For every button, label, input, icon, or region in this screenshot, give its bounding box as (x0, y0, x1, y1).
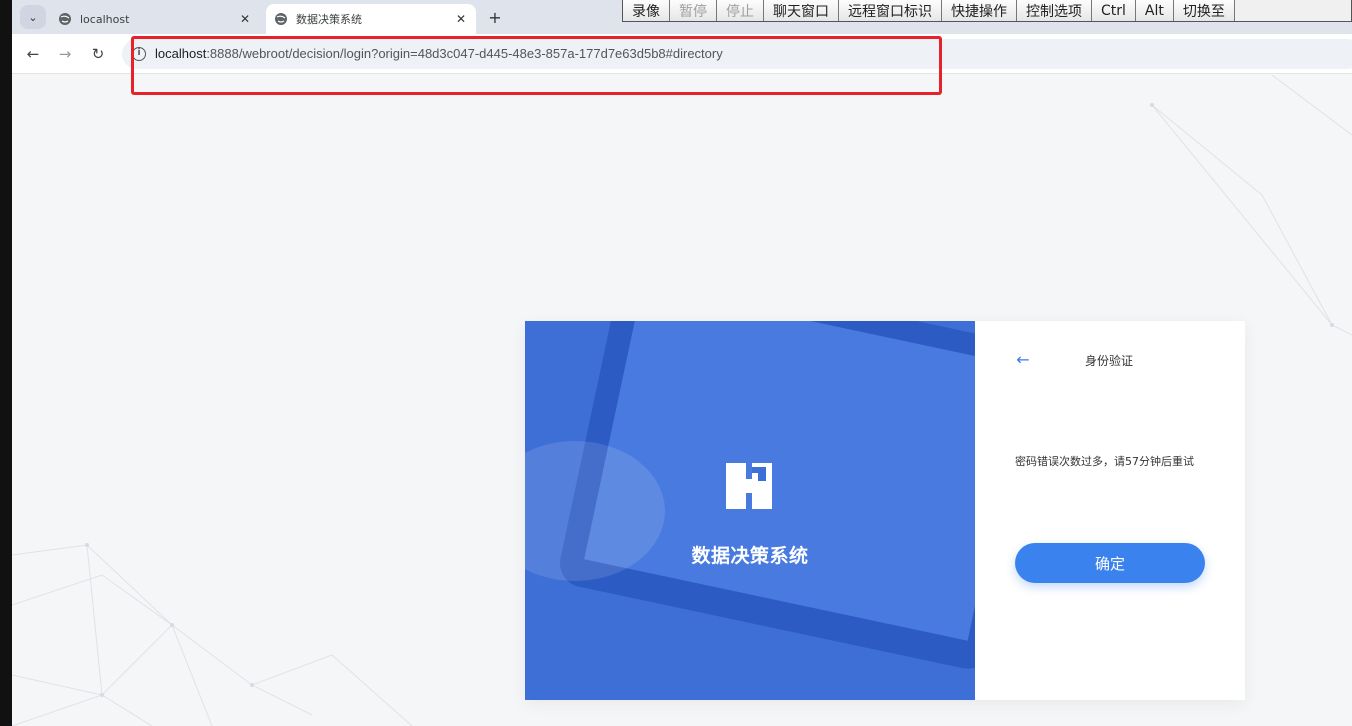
reload-button[interactable]: ↻ (87, 43, 109, 65)
login-card: 数据决策系统 ← 身份验证 密码错误次数过多，请57分钟后重试 确定 (525, 321, 1245, 700)
tab-search-button[interactable]: ⌄ (20, 5, 46, 29)
close-icon[interactable]: ✕ (452, 10, 470, 28)
product-logo (726, 463, 772, 509)
remote-toolbar: 录像 暂停 停止 聊天窗口 远程窗口标识 快捷操作 控制选项 Ctrl Alt … (622, 0, 1352, 22)
arrow-left-icon: ← (1016, 349, 1030, 369)
error-message: 密码错误次数过多，请57分钟后重试 (1015, 455, 1194, 468)
new-tab-button[interactable]: + (484, 6, 506, 28)
stop-button[interactable]: 停止 (717, 0, 764, 21)
arrow-left-icon: ← (26, 45, 40, 63)
arrow-right-icon: → (58, 45, 72, 63)
form-title: 身份验证 (1085, 354, 1134, 368)
control-options-button[interactable]: 控制选项 (1017, 0, 1092, 21)
chevron-down-icon: ⌄ (28, 10, 38, 24)
close-icon[interactable]: ✕ (236, 10, 254, 28)
forward-button[interactable]: → (54, 43, 76, 65)
identity-verification-panel: ← 身份验证 密码错误次数过多，请57分钟后重试 确定 (975, 321, 1245, 700)
chat-window-button[interactable]: 聊天窗口 (764, 0, 839, 21)
remote-window-id-button[interactable]: 远程窗口标识 (839, 0, 942, 21)
tab-title: 数据决策系统 (296, 13, 362, 26)
reload-icon: ↻ (91, 45, 105, 63)
confirm-button[interactable]: 确定 (1015, 543, 1205, 583)
alt-button[interactable]: Alt (1135, 0, 1174, 21)
left-screen-edge (0, 0, 12, 726)
tab-localhost[interactable]: localhost ✕ (50, 4, 260, 34)
tab-title: localhost (80, 12, 130, 26)
login-banner: 数据决策系统 (525, 321, 975, 700)
switch-to-button[interactable]: 切换至 (1173, 0, 1235, 21)
globe-icon (275, 13, 287, 25)
plus-icon: + (488, 7, 502, 27)
ctrl-button[interactable]: Ctrl (1092, 0, 1136, 21)
record-button[interactable]: 录像 (623, 0, 670, 21)
back-button[interactable]: ← (1013, 349, 1033, 369)
pause-button[interactable]: 暂停 (670, 0, 717, 21)
quick-actions-button[interactable]: 快捷操作 (942, 0, 1017, 21)
back-button[interactable]: ← (22, 43, 44, 65)
banner-title: 数据决策系统 (691, 545, 809, 567)
globe-icon (59, 13, 71, 25)
tab-decision-system[interactable]: 数据决策系统 ✕ (266, 4, 476, 34)
